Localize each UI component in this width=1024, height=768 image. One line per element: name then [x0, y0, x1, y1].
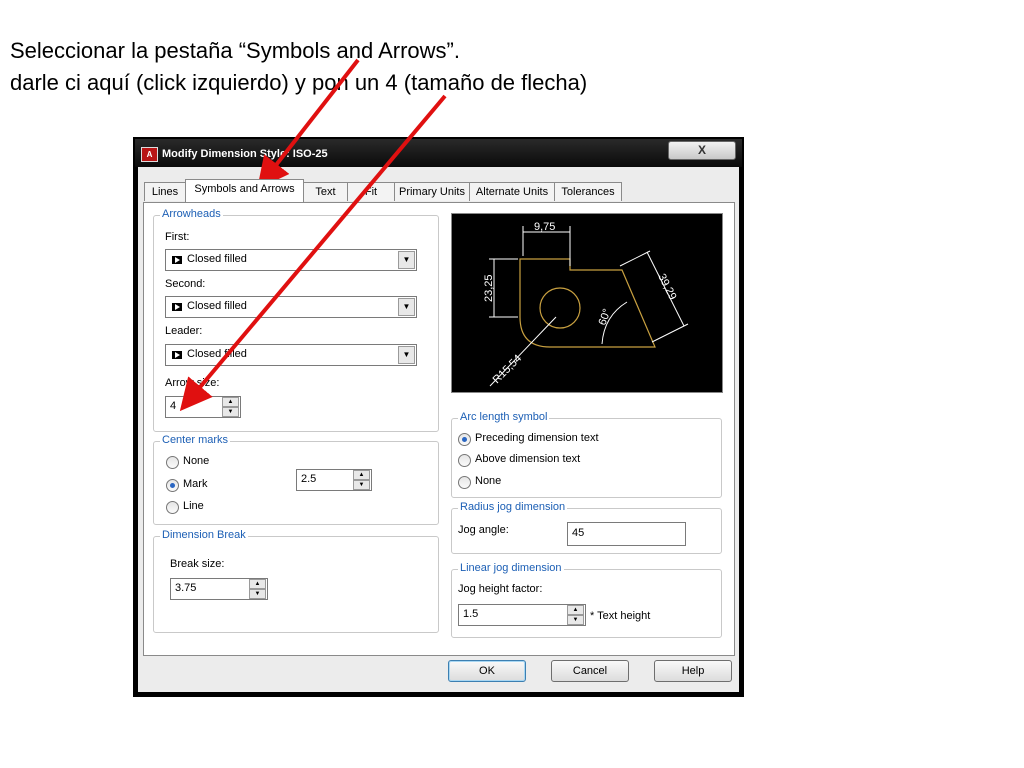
dimension-break-group: Dimension Break Break size: 3.75 ▲ ▼: [153, 529, 439, 633]
tab-panel: Arrowheads First: Closed filled ▼ Second…: [143, 202, 735, 656]
center-marks-group: Center marks None Mark Line 2.5 ▲ ▼: [153, 434, 439, 525]
radius-jog-group-label: Radius jog dimension: [458, 501, 568, 513]
arc-above-label[interactable]: Above dimension text: [475, 453, 580, 465]
autocad-app-icon: A: [141, 147, 158, 162]
jog-height-factor-label: Jog height factor:: [458, 583, 543, 595]
arc-preceding-label[interactable]: Preceding dimension text: [475, 432, 599, 444]
instruction-line-2: darle ci aquí (click izquierdo) y pon un…: [10, 70, 588, 95]
arc-above-radio[interactable]: [458, 454, 471, 467]
linear-jog-group-label: Linear jog dimension: [458, 562, 564, 574]
preview-angle: 60°: [597, 307, 614, 327]
preview-drawing: 9,75 23,25 39,29 60° R15,54: [483, 221, 689, 387]
tab-symbols-and-arrows[interactable]: Symbols and Arrows: [185, 179, 304, 202]
spin-down-icon[interactable]: ▼: [249, 589, 266, 599]
dimension-break-group-label: Dimension Break: [160, 529, 248, 541]
title-bar[interactable]: A Modify Dimension Style: ISO-25 X: [135, 139, 742, 167]
arrow-size-input[interactable]: 4 ▲ ▼: [165, 396, 241, 418]
arc-length-group-label: Arc length symbol: [458, 411, 550, 423]
jog-height-factor-value: 1.5: [463, 608, 479, 620]
center-mark-none-label[interactable]: None: [183, 455, 209, 467]
center-mark-none-radio[interactable]: [166, 456, 179, 469]
dialog-client-area: Lines Symbols and Arrows Text Fit Primar…: [138, 167, 739, 692]
help-button[interactable]: Help: [654, 660, 732, 682]
arc-none-label[interactable]: None: [475, 475, 501, 487]
arrowheads-group-label: Arrowheads: [160, 208, 223, 220]
chevron-down-icon[interactable]: ▼: [398, 251, 415, 269]
tab-fit[interactable]: Fit: [347, 182, 395, 201]
center-mark-line-label[interactable]: Line: [183, 500, 204, 512]
spin-down-icon[interactable]: ▼: [222, 407, 239, 417]
second-arrowhead-select[interactable]: Closed filled ▼: [165, 296, 417, 318]
break-size-input[interactable]: 3.75 ▲ ▼: [170, 578, 268, 600]
jog-height-factor-input[interactable]: 1.5 ▲ ▼: [458, 604, 586, 626]
tab-alternate-units[interactable]: Alternate Units: [469, 182, 555, 201]
preview-dim-diag: 39,29: [655, 272, 678, 302]
arc-none-radio[interactable]: [458, 476, 471, 489]
spin-down-icon[interactable]: ▼: [353, 480, 370, 490]
jog-angle-input[interactable]: 45: [567, 522, 686, 546]
arc-preceding-radio[interactable]: [458, 433, 471, 446]
spin-up-icon[interactable]: ▲: [222, 397, 239, 407]
dimension-preview: 9,75 23,25 39,29 60° R15,54: [451, 213, 723, 393]
jog-angle-value: 45: [572, 527, 585, 539]
break-size-value: 3.75: [175, 582, 197, 594]
ok-button[interactable]: OK: [448, 660, 526, 682]
first-arrowhead-select[interactable]: Closed filled ▼: [165, 249, 417, 271]
center-mark-line-radio[interactable]: [166, 501, 179, 514]
center-mark-size-input[interactable]: 2.5 ▲ ▼: [296, 469, 372, 491]
second-label: Second:: [165, 278, 206, 290]
jog-angle-label: Jog angle:: [458, 524, 509, 536]
center-mark-mark-radio[interactable]: [166, 479, 179, 492]
preview-dim-left: 23,25: [483, 274, 495, 302]
arrowhead-icon: [172, 303, 182, 311]
preview-radius: R15,54: [491, 353, 525, 387]
linear-jog-group: Linear jog dimension Jog height factor: …: [451, 562, 722, 638]
spin-up-icon[interactable]: ▲: [249, 579, 266, 589]
center-mark-size-value: 2.5: [301, 473, 317, 485]
cancel-button[interactable]: Cancel: [551, 660, 629, 682]
tab-text[interactable]: Text: [303, 182, 348, 201]
first-label: First:: [165, 231, 190, 243]
break-size-label: Break size:: [170, 558, 225, 570]
preview-dim-top: 9,75: [534, 221, 555, 233]
arrowhead-icon: [172, 256, 182, 264]
tab-primary-units[interactable]: Primary Units: [394, 182, 470, 201]
window-title: Modify Dimension Style: ISO-25: [162, 148, 328, 160]
tab-tolerances[interactable]: Tolerances: [554, 182, 622, 201]
instruction-line-1: Seleccionar la pestaña “Symbols and Arro…: [10, 38, 460, 63]
first-arrowhead-value: Closed filled: [187, 253, 247, 265]
center-marks-group-label: Center marks: [160, 434, 231, 446]
leader-arrowhead-value: Closed filled: [187, 348, 247, 360]
leader-label: Leader:: [165, 325, 203, 337]
arrowheads-group: Arrowheads First: Closed filled ▼ Second…: [153, 208, 439, 432]
radius-jog-group: Radius jog dimension Jog angle: 45: [451, 501, 722, 554]
arrow-size-value: 4: [170, 400, 177, 412]
chevron-down-icon[interactable]: ▼: [398, 346, 415, 364]
arc-length-symbol-group: Arc length symbol Preceding dimension te…: [451, 411, 722, 498]
tab-lines[interactable]: Lines: [144, 182, 186, 201]
second-arrowhead-value: Closed filled: [187, 300, 247, 312]
spin-down-icon[interactable]: ▼: [567, 615, 584, 625]
chevron-down-icon[interactable]: ▼: [398, 298, 415, 316]
spin-up-icon[interactable]: ▲: [567, 605, 584, 615]
spin-up-icon[interactable]: ▲: [353, 470, 370, 480]
arrowhead-icon: [172, 351, 182, 359]
leader-arrowhead-select[interactable]: Closed filled ▼: [165, 344, 417, 366]
text-height-suffix: * Text height: [590, 610, 651, 622]
arrow-size-label: Arrow size:: [165, 377, 220, 389]
modify-dimension-style-dialog: A Modify Dimension Style: ISO-25 X Lines…: [133, 137, 744, 697]
close-button[interactable]: X: [668, 141, 736, 160]
center-mark-mark-label[interactable]: Mark: [183, 478, 207, 490]
